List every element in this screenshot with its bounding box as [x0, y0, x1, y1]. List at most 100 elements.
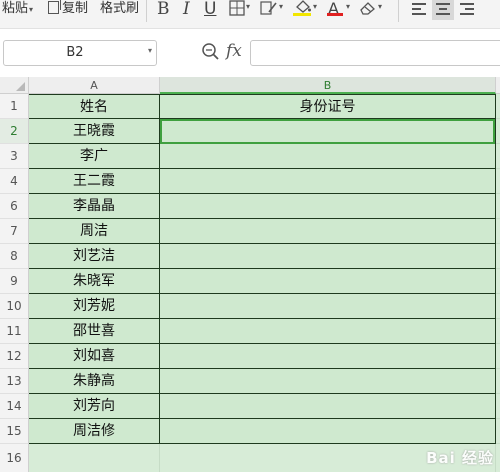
cell-id-number[interactable]: [160, 244, 496, 269]
row-header[interactable]: 6: [0, 194, 29, 219]
cell-empty[interactable]: [496, 169, 500, 194]
font-color-swatch: [327, 13, 343, 16]
cell-id-number[interactable]: [160, 319, 496, 344]
chevron-down-icon[interactable]: ▾: [346, 2, 350, 11]
fx-icon[interactable]: fx: [226, 41, 242, 61]
cell-empty[interactable]: [496, 94, 500, 119]
row-header[interactable]: 4: [0, 169, 29, 194]
table-row: 邵世喜: [29, 319, 500, 344]
cell-id-number[interactable]: [160, 344, 496, 369]
row-header[interactable]: 14: [0, 394, 29, 419]
cell-id-number[interactable]: [160, 394, 496, 419]
cell-name[interactable]: 刘艺洁: [29, 244, 160, 269]
chevron-down-icon[interactable]: ▾: [378, 2, 382, 11]
row-header[interactable]: 9: [0, 269, 29, 294]
cell-id-number[interactable]: [160, 119, 496, 144]
align-center-icon[interactable]: [432, 0, 454, 20]
bold-icon[interactable]: B: [157, 0, 170, 20]
row-header[interactable]: 13: [0, 369, 29, 394]
border-icon[interactable]: [229, 0, 245, 20]
cell-empty[interactable]: [496, 394, 500, 419]
row-header[interactable]: 15: [0, 419, 29, 444]
cell-id-number[interactable]: [160, 369, 496, 394]
cell-name[interactable]: 李广: [29, 144, 160, 169]
cell-name[interactable]: 周洁修: [29, 419, 160, 444]
column-header-a[interactable]: A: [29, 77, 160, 94]
select-all-corner[interactable]: [0, 77, 29, 94]
font-color-icon[interactable]: A: [328, 0, 339, 20]
row-header[interactable]: 11: [0, 319, 29, 344]
row-header[interactable]: 1: [0, 94, 29, 119]
cell-name[interactable]: 周洁: [29, 219, 160, 244]
format-painter-button[interactable]: 格式刷: [100, 0, 139, 22]
cell-style-icon[interactable]: [260, 0, 278, 20]
clear-icon[interactable]: [359, 0, 377, 20]
cell-empty[interactable]: [496, 144, 500, 169]
table-row: 刘芳向: [29, 394, 500, 419]
cell-name[interactable]: 王晓霞: [29, 119, 160, 144]
align-left-icon[interactable]: [408, 0, 430, 20]
row-header[interactable]: 3: [0, 144, 29, 169]
chevron-down-icon[interactable]: ▾: [279, 2, 283, 11]
cell-empty[interactable]: [496, 194, 500, 219]
formula-input[interactable]: [250, 40, 500, 66]
cell-id-number[interactable]: [160, 219, 496, 244]
cell-name[interactable]: 刘如喜: [29, 344, 160, 369]
cell-empty[interactable]: [496, 244, 500, 269]
toolbar-divider: [146, 0, 147, 22]
cell-empty[interactable]: [496, 369, 500, 394]
row-header[interactable]: 16: [0, 444, 29, 472]
column-header-c[interactable]: [496, 77, 500, 94]
chevron-down-icon[interactable]: ▾: [313, 2, 317, 11]
cell-name[interactable]: 王二霞: [29, 169, 160, 194]
cell-name[interactable]: 刘芳妮: [29, 294, 160, 319]
chevron-down-icon[interactable]: ▾: [246, 2, 250, 11]
cell-empty[interactable]: [496, 344, 500, 369]
table-row: 刘如喜: [29, 344, 500, 369]
italic-icon[interactable]: I: [183, 0, 190, 20]
cell-empty[interactable]: [496, 119, 500, 144]
row-header[interactable]: 8: [0, 244, 29, 269]
table-row: 李晶晶: [29, 194, 500, 219]
cell-empty[interactable]: [496, 419, 500, 444]
cell-id-number[interactable]: [160, 169, 496, 194]
cell-name[interactable]: 李晶晶: [29, 194, 160, 219]
paste-button[interactable]: 粘贴▾: [2, 0, 33, 22]
cell-id-number[interactable]: [160, 144, 496, 169]
cell-empty[interactable]: [496, 444, 500, 472]
format-painter-label: 格式刷: [100, 1, 140, 16]
cell-name[interactable]: 姓名: [29, 94, 160, 119]
column-header-b[interactable]: B: [160, 77, 496, 94]
align-right-icon[interactable]: [456, 0, 478, 20]
table-row: 周洁修: [29, 419, 500, 444]
paste-label: 粘贴: [2, 1, 29, 16]
chevron-down-icon[interactable]: ▾: [148, 46, 152, 55]
copy-button[interactable]: 复制: [48, 0, 88, 22]
cell-id-number[interactable]: [160, 194, 496, 219]
copy-icon: [48, 0, 61, 14]
underline-icon[interactable]: U: [204, 0, 216, 20]
cell-empty[interactable]: [496, 269, 500, 294]
cell-name[interactable]: 朱晓军: [29, 269, 160, 294]
zoom-icon[interactable]: [200, 41, 222, 63]
chevron-down-icon[interactable]: ▾: [29, 5, 33, 14]
cell-empty[interactable]: [496, 294, 500, 319]
cell-id-number[interactable]: [160, 294, 496, 319]
row-header[interactable]: 12: [0, 344, 29, 369]
cell-name[interactable]: 朱静高: [29, 369, 160, 394]
table-row: 朱晓军: [29, 269, 500, 294]
cell-empty[interactable]: [496, 319, 500, 344]
name-box[interactable]: B2 ▾: [3, 40, 157, 66]
row-header[interactable]: 2: [0, 119, 29, 144]
table-row: 刘艺洁: [29, 244, 500, 269]
cell-name[interactable]: [29, 444, 160, 472]
row-header[interactable]: 7: [0, 219, 29, 244]
cell-id-number[interactable]: 身份证号: [160, 94, 496, 119]
fill-color-icon[interactable]: [294, 0, 312, 20]
row-header[interactable]: 10: [0, 294, 29, 319]
cell-id-number[interactable]: [160, 419, 496, 444]
cell-name[interactable]: 邵世喜: [29, 319, 160, 344]
cell-empty[interactable]: [496, 219, 500, 244]
cell-name[interactable]: 刘芳向: [29, 394, 160, 419]
cell-id-number[interactable]: [160, 269, 496, 294]
